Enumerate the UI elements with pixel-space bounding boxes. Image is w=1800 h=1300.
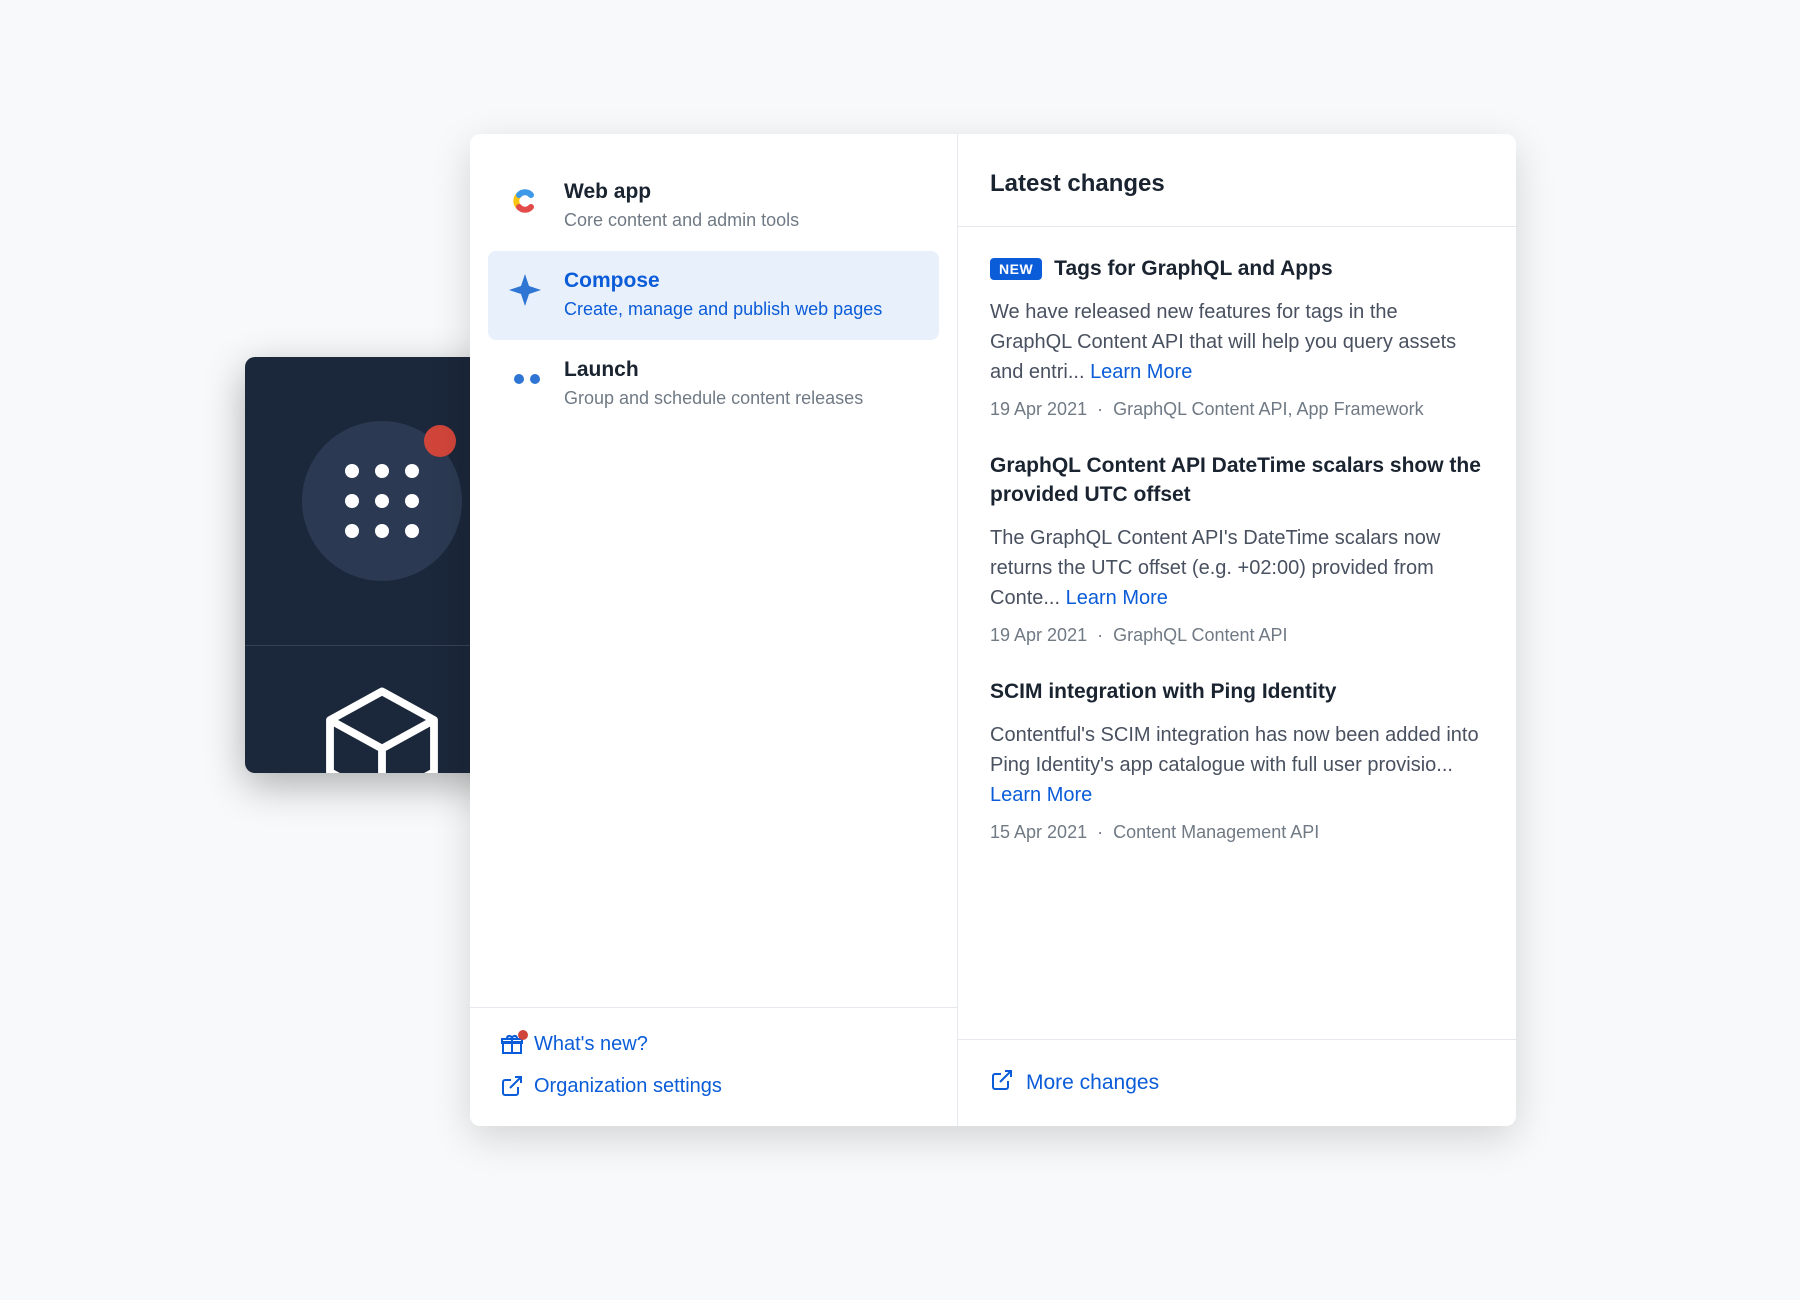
change-meta: 19 Apr 2021 · GraphQL Content API, App F… [990, 399, 1484, 420]
cube-icon [317, 681, 447, 773]
switcher-popover: Web app Core content and admin tools Com… [470, 134, 1516, 1126]
whats-new-link[interactable]: What's new? [500, 1032, 927, 1056]
change-meta: 15 Apr 2021 · Content Management API [990, 822, 1484, 843]
apps-panel-footer: What's new? Organization settings [470, 1007, 957, 1126]
change-desc: The GraphQL Content API's DateTime scala… [990, 523, 1484, 613]
learn-more-link[interactable]: Learn More [1090, 361, 1192, 383]
gift-icon [500, 1032, 524, 1056]
changes-title: Latest changes [990, 170, 1484, 198]
change-desc: We have released new features for tags i… [990, 297, 1484, 387]
compose-star-icon [504, 269, 546, 311]
app-switcher-button[interactable] [302, 421, 462, 581]
apps-list: Web app Core content and admin tools Com… [470, 134, 957, 1007]
notification-dot-icon [424, 425, 456, 457]
learn-more-link[interactable]: Learn More [1066, 587, 1168, 609]
learn-more-link[interactable]: Learn More [990, 784, 1092, 806]
change-desc: Contentful's SCIM integration has now be… [990, 720, 1484, 810]
changes-header: Latest changes [958, 134, 1516, 227]
changes-panel: Latest changes NEW Tags for GraphQL and … [958, 134, 1516, 1126]
change-item[interactable]: GraphQL Content API DateTime scalars sho… [990, 452, 1484, 646]
app-item-title: Launch [564, 358, 923, 382]
launch-icon [504, 358, 546, 400]
change-title: SCIM integration with Ping Identity [990, 678, 1337, 706]
app-item-title: Compose [564, 269, 923, 293]
change-item[interactable]: SCIM integration with Ping Identity Cont… [990, 678, 1484, 843]
app-item-desc: Create, manage and publish web pages [564, 297, 923, 322]
org-settings-link[interactable]: Organization settings [500, 1074, 927, 1098]
more-changes-link[interactable]: More changes [990, 1068, 1484, 1098]
notification-dot-icon [518, 1030, 528, 1040]
change-item[interactable]: NEW Tags for GraphQL and Apps We have re… [990, 255, 1484, 420]
new-badge: NEW [990, 258, 1042, 280]
changes-list: NEW Tags for GraphQL and Apps We have re… [958, 227, 1516, 1039]
app-item-title: Web app [564, 180, 923, 204]
external-link-icon [990, 1068, 1014, 1098]
external-link-icon [500, 1074, 524, 1098]
changes-footer: More changes [958, 1039, 1516, 1126]
app-item-compose[interactable]: Compose Create, manage and publish web p… [488, 251, 939, 340]
whats-new-label: What's new? [534, 1033, 648, 1056]
change-meta: 19 Apr 2021 · GraphQL Content API [990, 625, 1484, 646]
app-item-launch[interactable]: Launch Group and schedule content releas… [488, 340, 939, 429]
org-settings-label: Organization settings [534, 1075, 722, 1098]
app-item-desc: Group and schedule content releases [564, 386, 923, 411]
contentful-logo-icon [504, 180, 546, 222]
apps-grid-icon [345, 464, 419, 538]
apps-panel: Web app Core content and admin tools Com… [470, 134, 958, 1126]
app-item-web-app[interactable]: Web app Core content and admin tools [488, 162, 939, 251]
change-title: Tags for GraphQL and Apps [1054, 255, 1332, 283]
app-item-desc: Core content and admin tools [564, 208, 923, 233]
more-changes-label: More changes [1026, 1071, 1159, 1095]
change-title: GraphQL Content API DateTime scalars sho… [990, 452, 1484, 509]
